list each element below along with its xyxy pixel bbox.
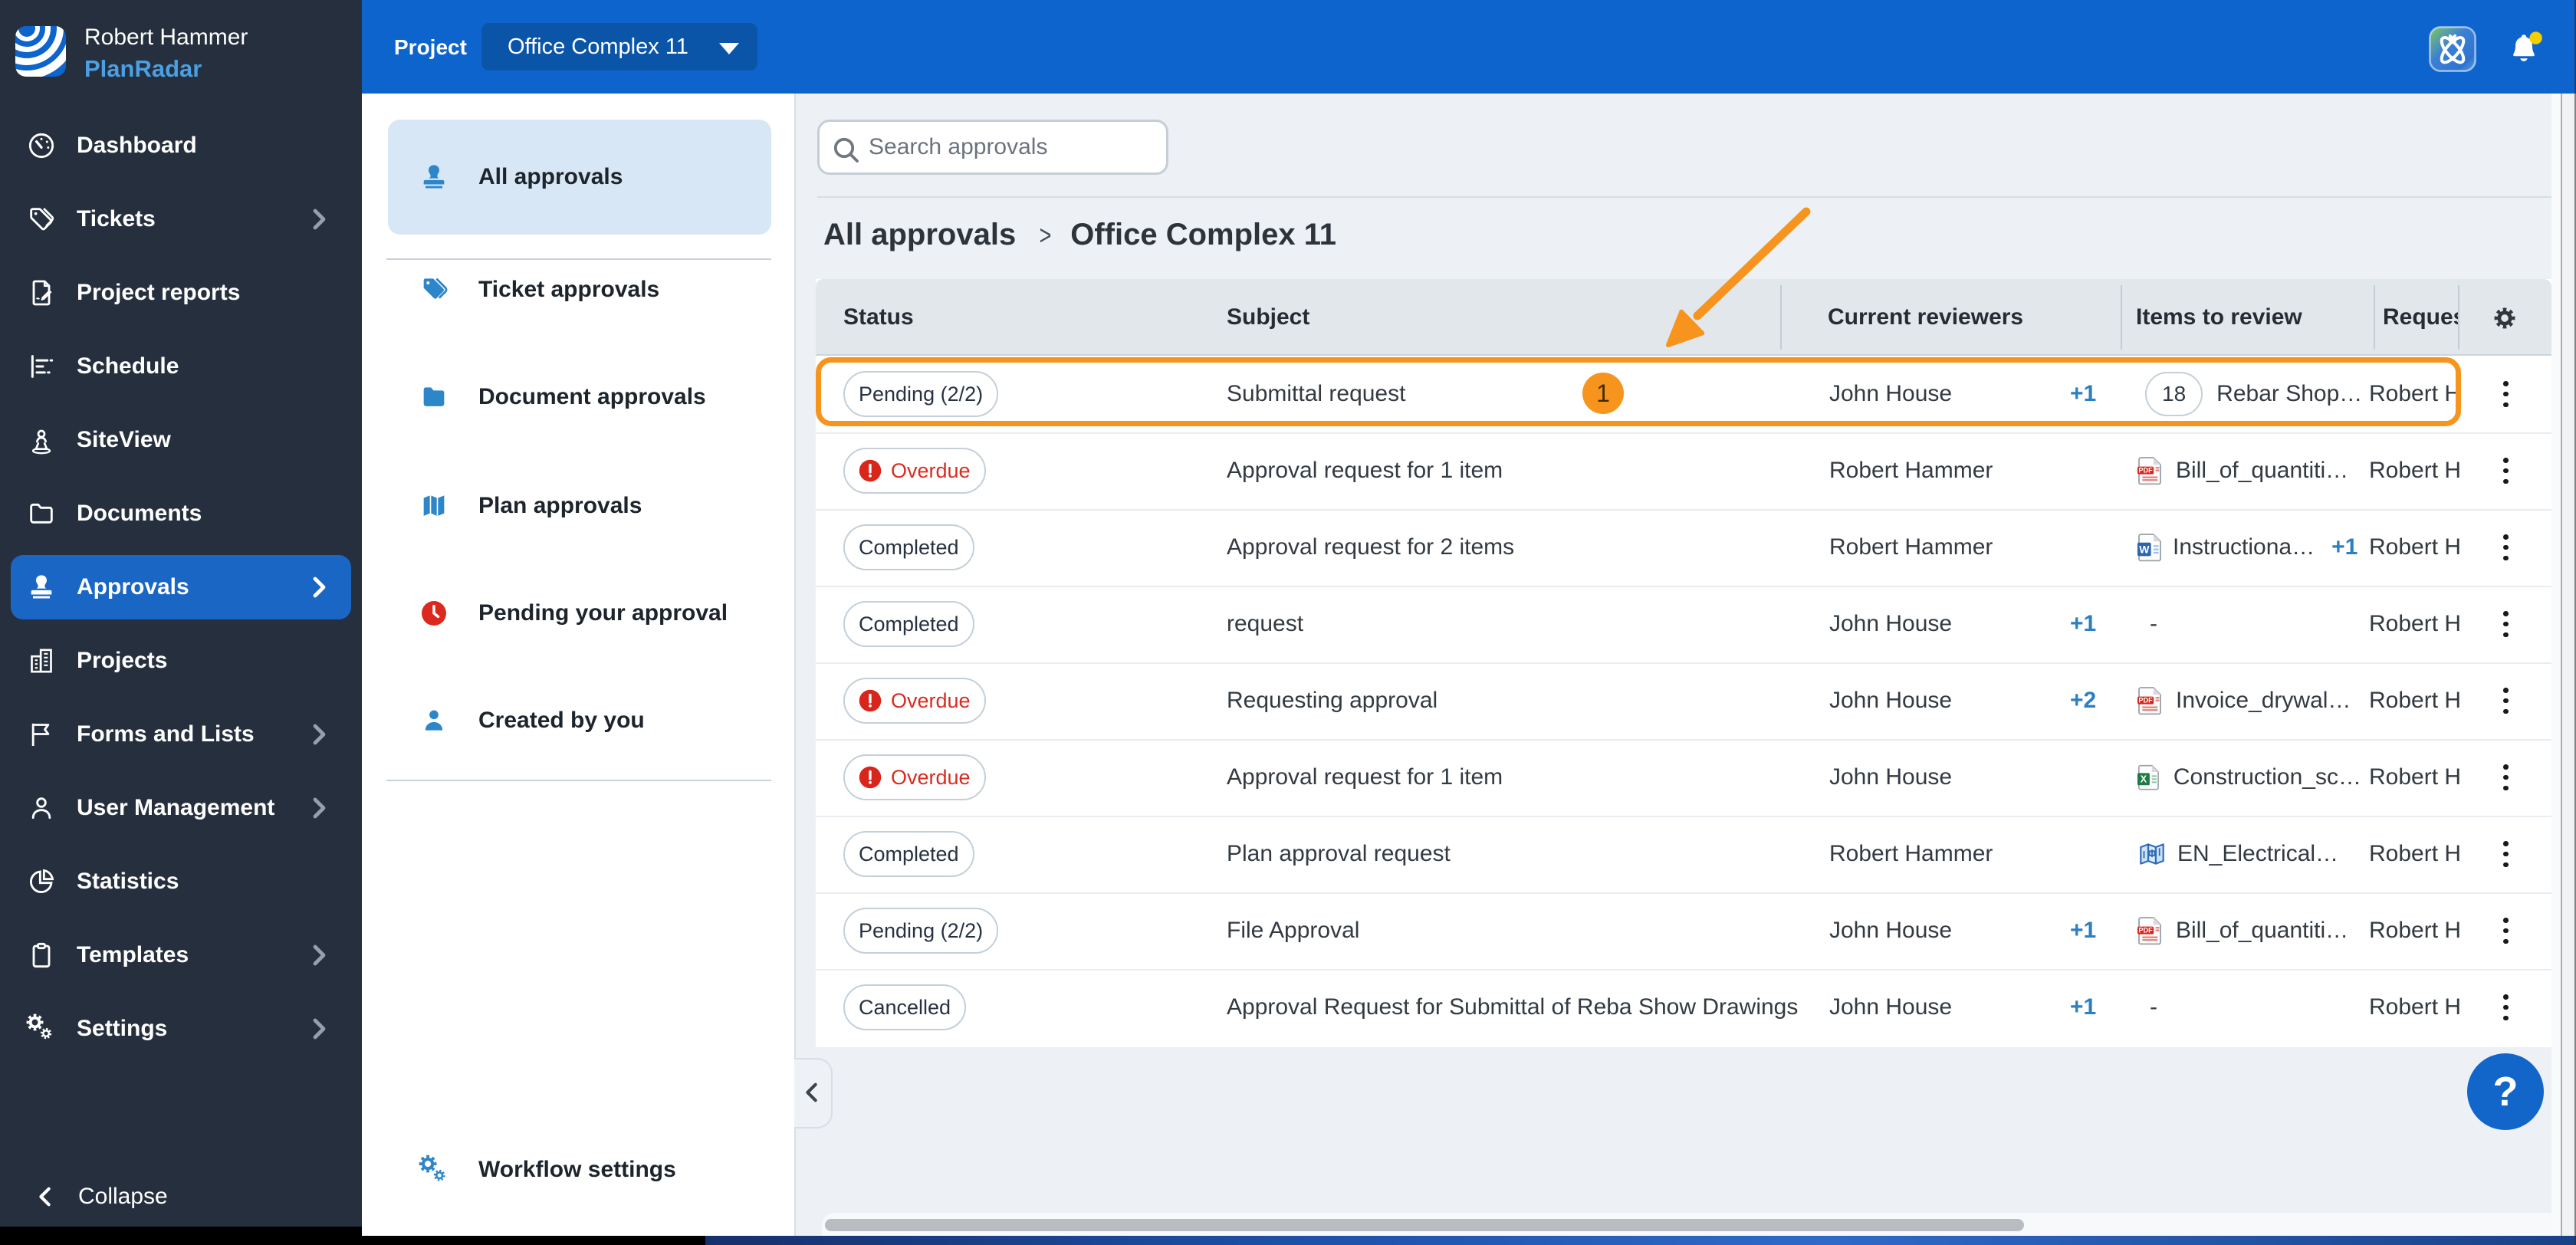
svg-text:X: X: [2141, 774, 2147, 785]
svg-text:PDF: PDF: [2138, 927, 2153, 935]
svg-text:PDF: PDF: [2138, 697, 2153, 705]
svg-text:W: W: [2139, 543, 2150, 555]
svg-text:PDF: PDF: [2138, 467, 2153, 475]
